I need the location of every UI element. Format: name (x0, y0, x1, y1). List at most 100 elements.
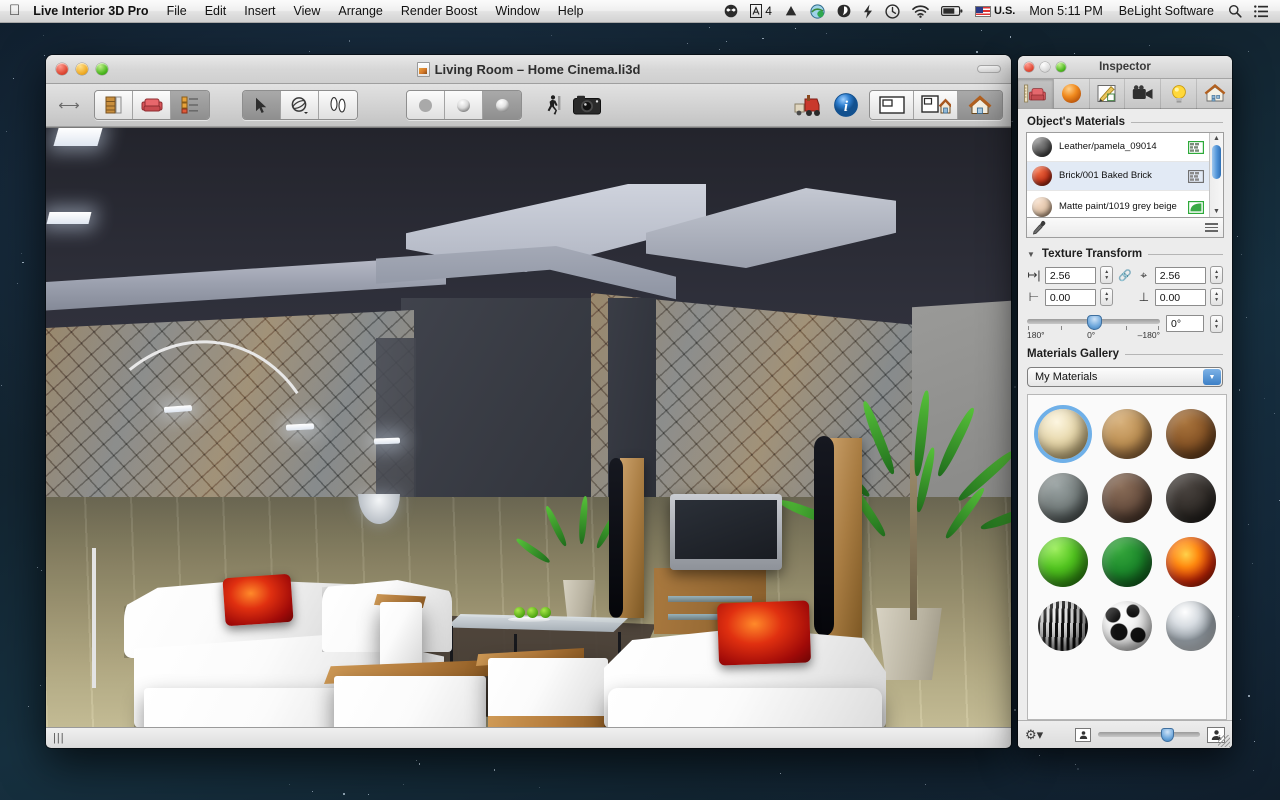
scrollbar-thumb[interactable] (1212, 145, 1221, 179)
3d-only-button[interactable] (958, 91, 1002, 119)
interior-button[interactable] (133, 91, 171, 119)
menu-item-file[interactable]: File (158, 0, 196, 23)
menu-item-edit[interactable]: Edit (196, 0, 236, 23)
timemachine-icon[interactable] (879, 0, 906, 23)
google-drive-icon[interactable] (778, 0, 804, 23)
texture-transform-heading[interactable]: ▼ Texture Transform (1018, 238, 1232, 264)
menu-item-view[interactable]: View (285, 0, 330, 23)
inspector-zoom-button[interactable] (1056, 62, 1066, 72)
menu-bar-clock[interactable]: Mon 5:11 PM (1021, 0, 1110, 23)
inspector-tab-building[interactable] (1197, 79, 1232, 109)
objects-materials-list[interactable]: Leather/pamela_09014 Brick/001 Baked Bri… (1026, 132, 1224, 218)
status-bar-grip[interactable]: ||| (53, 732, 65, 744)
material-row[interactable]: Matte paint/1019 grey beige (1027, 191, 1209, 217)
texture-height-field[interactable]: 2.56 (1154, 266, 1207, 284)
gallery-swatch-stone-wall[interactable] (1032, 467, 1094, 529)
flux-icon[interactable] (857, 0, 879, 23)
texture-width-stepper[interactable]: ▲ ▼ (1100, 266, 1114, 284)
gallery-swatch-chrome[interactable] (1160, 595, 1222, 657)
camera-icon[interactable] (568, 91, 606, 119)
gallery-swatch-parquet[interactable] (1160, 403, 1222, 465)
resize-grip-icon[interactable] (1218, 735, 1230, 747)
menu-app-name[interactable]: Live Interior 3D Pro (33, 0, 157, 23)
gallery-swatch-oak-wood[interactable] (1096, 403, 1158, 465)
menu-item-insert[interactable]: Insert (235, 0, 284, 23)
texture-offset-y-field[interactable]: 0.00 (1154, 288, 1207, 306)
info-icon[interactable]: i (829, 91, 863, 119)
spotlight-search-icon[interactable] (1222, 0, 1248, 23)
materials-options-menu-icon[interactable] (1205, 221, 1218, 234)
orbit-tool[interactable] (281, 91, 319, 119)
gallery-swatch-asphalt[interactable] (1160, 467, 1222, 529)
inspector-minimize-button[interactable] (1040, 62, 1050, 72)
gallery-swatch-light-wood[interactable] (1032, 403, 1094, 465)
materials-gallery-grid[interactable] (1027, 394, 1227, 720)
toolbar-toggle-button[interactable] (977, 65, 1001, 73)
minimize-button[interactable] (76, 63, 88, 75)
resize-arrows-icon[interactable]: ⟷ (54, 91, 84, 119)
inspector-tab-materials[interactable] (1054, 78, 1090, 109)
plan-and-3d-button[interactable] (914, 91, 958, 119)
evernote-icon[interactable] (831, 0, 857, 23)
menu-item-help[interactable]: Help (549, 0, 593, 23)
close-button[interactable] (56, 63, 68, 75)
select-tool[interactable] (243, 91, 281, 119)
window-title-bar[interactable]: Living Room – Home Cinema.li3d (46, 55, 1011, 84)
scroll-down-arrow-icon[interactable]: ▼ (1213, 206, 1220, 217)
menu-item-arrange[interactable]: Arrange (329, 0, 391, 23)
gallery-swatch-cow-print[interactable] (1096, 595, 1158, 657)
gear-settings-icon[interactable]: ⚙▾ (1025, 727, 1043, 743)
alfred-icon[interactable]: 4 (744, 0, 778, 23)
small-thumbnail-icon[interactable] (1075, 727, 1092, 742)
battery-icon[interactable] (935, 0, 969, 23)
medium-quality-button[interactable] (445, 91, 483, 119)
materials-list-scrollbar[interactable]: ▲ ▼ (1209, 133, 1223, 217)
walking-person-icon[interactable] (538, 91, 568, 119)
texture-width-field[interactable]: 2.56 (1044, 266, 1097, 284)
inspector-close-button[interactable] (1024, 62, 1034, 72)
thumbnail-size-slider[interactable] (1098, 727, 1200, 743)
rotation-slider[interactable]: 180° 0° –180° (1027, 315, 1160, 340)
disclosure-triangle-icon[interactable]: ▼ (1027, 250, 1035, 259)
3d-viewport[interactable] (46, 127, 1011, 727)
material-row[interactable]: Leather/pamela_09014 (1027, 133, 1209, 162)
rotation-value-field[interactable]: 0° (1166, 315, 1204, 332)
dropbox-icon[interactable] (718, 0, 744, 23)
split-view-button[interactable] (870, 91, 914, 119)
project-tree-button[interactable] (171, 91, 209, 119)
materials-library-dropdown[interactable]: My Materials ▼ (1027, 367, 1223, 387)
high-quality-button[interactable] (483, 91, 521, 119)
gallery-swatch-dark-green[interactable] (1096, 531, 1158, 593)
menu-bar-account[interactable]: BeLight Software (1111, 0, 1222, 23)
zoom-button[interactable] (96, 63, 108, 75)
scroll-up-arrow-icon[interactable]: ▲ (1213, 133, 1220, 144)
menu-item-window[interactable]: Window (486, 0, 548, 23)
eyedropper-icon[interactable] (1032, 220, 1047, 235)
inspector-tab-camera[interactable] (1125, 78, 1162, 109)
rotation-stepper[interactable]: ▲ ▼ (1210, 315, 1223, 333)
wireframe-quality-button[interactable] (407, 91, 445, 119)
material-row[interactable]: Brick/001 Baked Brick (1027, 162, 1209, 191)
colorsync-icon[interactable] (804, 0, 831, 23)
walk-tool[interactable] (319, 91, 357, 119)
apple-logo-icon[interactable]:  (9, 3, 20, 18)
gallery-swatch-light-green[interactable] (1032, 531, 1094, 593)
texture-height-stepper[interactable]: ▲ ▼ (1210, 266, 1223, 284)
wifi-icon[interactable] (906, 0, 935, 23)
texture-offset-x-stepper[interactable]: ▲ ▼ (1100, 288, 1114, 306)
rotation-slider-thumb[interactable] (1086, 315, 1102, 330)
forklift-icon[interactable] (789, 91, 829, 119)
size-slider-track[interactable] (1098, 732, 1200, 737)
inspector-tab-light[interactable] (1161, 78, 1198, 109)
floor-plan-button[interactable] (95, 91, 133, 119)
inspector-tab-object[interactable] (1018, 78, 1054, 109)
gallery-swatch-cobble[interactable] (1096, 467, 1158, 529)
texture-offset-y-stepper[interactable]: ▲ ▼ (1210, 288, 1223, 306)
input-source-indicator[interactable]: U.S. (969, 0, 1021, 23)
chain-link-icon[interactable]: 🔗 (1117, 269, 1133, 282)
gallery-swatch-fire[interactable] (1160, 531, 1222, 593)
gallery-swatch-zebra[interactable] (1032, 595, 1094, 657)
chevron-down-icon[interactable]: ▼ (1203, 369, 1221, 385)
notification-center-icon[interactable] (1248, 0, 1274, 23)
inspector-tab-edit[interactable] (1090, 78, 1126, 109)
